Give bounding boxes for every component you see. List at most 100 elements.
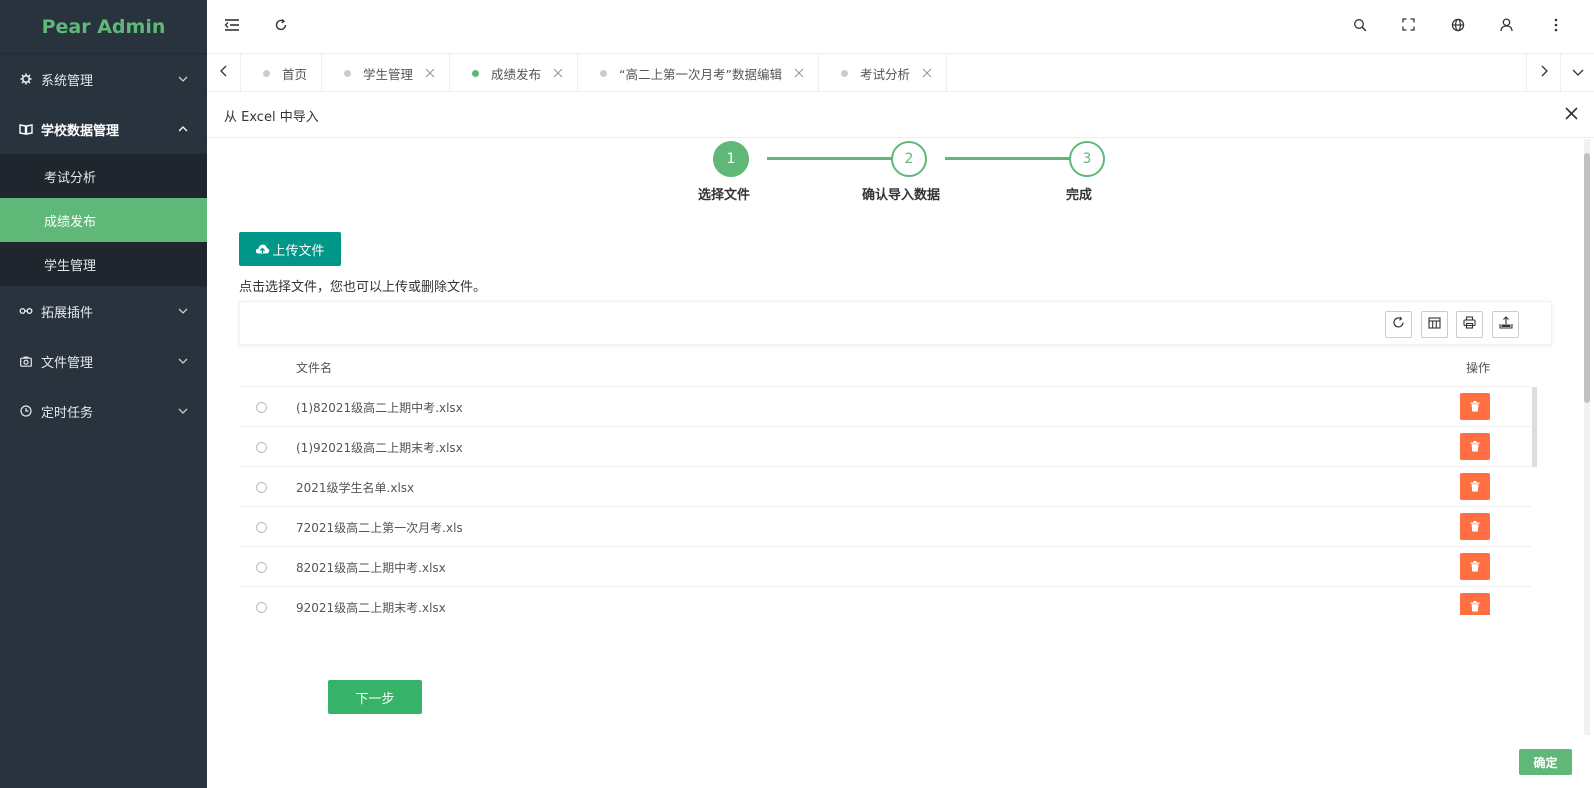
- clock-icon: [18, 403, 34, 419]
- tab-status-dot: [263, 69, 270, 77]
- file-name: (1)92021级高二上期末考.xlsx: [296, 441, 463, 455]
- refresh-button[interactable]: [256, 0, 305, 54]
- columns-icon: [1428, 316, 1441, 333]
- chevron-down-icon: [177, 355, 189, 367]
- delete-button[interactable]: [1460, 473, 1490, 500]
- sidebar-submenu: 考试分析 成绩发布 学生管理: [0, 154, 207, 286]
- chevron-down-icon: [177, 73, 189, 85]
- tab-label: 学生管理: [363, 66, 414, 82]
- table-row[interactable]: 72021级高二上第一次月考.xls: [239, 507, 1531, 547]
- step-3-label: 完成: [1066, 188, 1093, 203]
- search-button[interactable]: [1335, 0, 1384, 54]
- chevron-up-icon: [177, 123, 189, 135]
- sidebar-item-school-data[interactable]: 学校数据管理: [0, 104, 207, 154]
- next-step-button[interactable]: 下一步: [328, 680, 422, 714]
- tab-student-management[interactable]: 学生管理: [322, 54, 451, 91]
- globe-icon: [1451, 18, 1465, 36]
- sidebar-item-label: 定时任务: [41, 405, 94, 421]
- table-scrollbar[interactable]: [1532, 387, 1537, 467]
- row-radio[interactable]: [256, 562, 267, 573]
- file-name: 92021级高二上期末考.xlsx: [296, 601, 446, 615]
- row-radio[interactable]: [256, 522, 267, 533]
- table-row[interactable]: 82021级高二上期中考.xlsx: [239, 547, 1531, 587]
- delete-button[interactable]: [1460, 593, 1490, 615]
- language-button[interactable]: [1433, 0, 1482, 54]
- close-icon[interactable]: [553, 68, 563, 78]
- step-connector: [767, 157, 910, 160]
- sidebar-item-plugins[interactable]: 拓展插件: [0, 286, 207, 336]
- tab-exam-analysis[interactable]: 考试分析: [819, 54, 948, 91]
- camera-icon: [18, 353, 34, 369]
- row-radio[interactable]: [256, 402, 267, 413]
- close-icon[interactable]: [425, 68, 435, 78]
- tab-label: 首页: [282, 66, 308, 82]
- sidebar-item-exam-analysis[interactable]: 考试分析: [0, 154, 207, 198]
- tab-score-publish[interactable]: 成绩发布: [450, 54, 579, 91]
- search-icon: [1353, 18, 1367, 36]
- sidebar-item-label: 文件管理: [41, 355, 94, 371]
- close-icon: [1564, 106, 1578, 124]
- tab-exam-data-edit[interactable]: “高二上第一次月考”数据编辑: [578, 54, 819, 91]
- close-icon[interactable]: [922, 68, 932, 78]
- columns-button[interactable]: [1421, 311, 1448, 338]
- modal-scrollbar[interactable]: [1584, 139, 1590, 735]
- refresh-table-button[interactable]: [1385, 311, 1412, 338]
- tab-label: “高二上第一次月考”数据编辑: [619, 66, 782, 82]
- sidebar-item-label: 学校数据管理: [41, 123, 120, 139]
- modal-scrollbar-thumb[interactable]: [1584, 153, 1590, 403]
- delete-button[interactable]: [1460, 553, 1490, 580]
- fullscreen-button[interactable]: [1384, 0, 1433, 54]
- more-vertical-icon: [1554, 18, 1558, 36]
- tab-list: 首页 学生管理 成绩发布 “高二上第一次月考”数据编辑 考试分析: [241, 54, 1526, 91]
- step-2-label: 确认导入数据: [862, 188, 941, 203]
- row-radio[interactable]: [256, 442, 267, 453]
- chevron-right-icon: [1539, 65, 1549, 81]
- export-button[interactable]: [1492, 311, 1519, 338]
- trash-icon: [1470, 601, 1480, 612]
- table-row[interactable]: 92021级高二上期末考.xlsx: [239, 587, 1531, 615]
- export-icon: [1498, 316, 1513, 333]
- trash-icon: [1470, 441, 1480, 452]
- delete-button[interactable]: [1460, 513, 1490, 540]
- app-logo[interactable]: Pear Admin: [0, 0, 207, 54]
- table-row[interactable]: (1)82021级高二上期中考.xlsx: [239, 387, 1531, 427]
- tab-scroll-right-button[interactable]: [1526, 54, 1560, 92]
- table-row[interactable]: 2021级学生名单.xlsx: [239, 467, 1531, 507]
- step-connector: [945, 157, 1088, 160]
- sidebar-item-files[interactable]: 文件管理: [0, 336, 207, 386]
- close-icon[interactable]: [794, 68, 804, 78]
- sidebar-item-system[interactable]: 系统管理: [0, 54, 207, 104]
- table-header: 文件名 操作: [239, 346, 1531, 387]
- modal-close-button[interactable]: [1562, 106, 1580, 124]
- menu-collapse-button[interactable]: [207, 0, 256, 54]
- tab-scroll-left-button[interactable]: [207, 54, 241, 92]
- delete-button[interactable]: [1460, 433, 1490, 460]
- tab-menu-button[interactable]: [1560, 54, 1594, 92]
- sidebar-item-label: 拓展插件: [41, 305, 94, 321]
- delete-button[interactable]: [1460, 393, 1490, 420]
- trash-icon: [1470, 401, 1480, 412]
- refresh-icon: [274, 18, 288, 36]
- modal-header: 从 Excel 中导入: [207, 93, 1594, 138]
- tab-home[interactable]: 首页: [241, 54, 323, 91]
- sidebar-item-student-management[interactable]: 学生管理: [0, 242, 207, 286]
- modal-body: 1 2 3 选择文件 确认导入数据 完成 上传文件 点击选择文件，您也可以上传或…: [215, 139, 1580, 735]
- trash-icon: [1470, 561, 1480, 572]
- file-name: 72021级高二上第一次月考.xls: [296, 521, 463, 535]
- cloud-upload-icon: [255, 243, 270, 255]
- fullscreen-icon: [1402, 18, 1415, 35]
- sidebar: Pear Admin 系统管理 学校数据管理 考试分析 成绩发布 学生管理 拓展…: [0, 0, 207, 788]
- confirm-button[interactable]: 确定: [1519, 749, 1572, 775]
- print-button[interactable]: [1456, 311, 1483, 338]
- row-radio[interactable]: [256, 602, 267, 613]
- tab-label: 考试分析: [860, 66, 911, 82]
- sidebar-item-scheduled-tasks[interactable]: 定时任务: [0, 386, 207, 436]
- table-row[interactable]: (1)92021级高二上期末考.xlsx: [239, 427, 1531, 467]
- row-radio[interactable]: [256, 482, 267, 493]
- user-button[interactable]: [1482, 0, 1531, 54]
- more-button[interactable]: [1531, 0, 1580, 54]
- upload-file-button[interactable]: 上传文件: [239, 232, 341, 266]
- book-icon: [18, 121, 34, 137]
- step-progress: 1 2 3 选择文件 确认导入数据 完成: [215, 139, 1580, 219]
- sidebar-item-score-publish[interactable]: 成绩发布: [0, 198, 207, 242]
